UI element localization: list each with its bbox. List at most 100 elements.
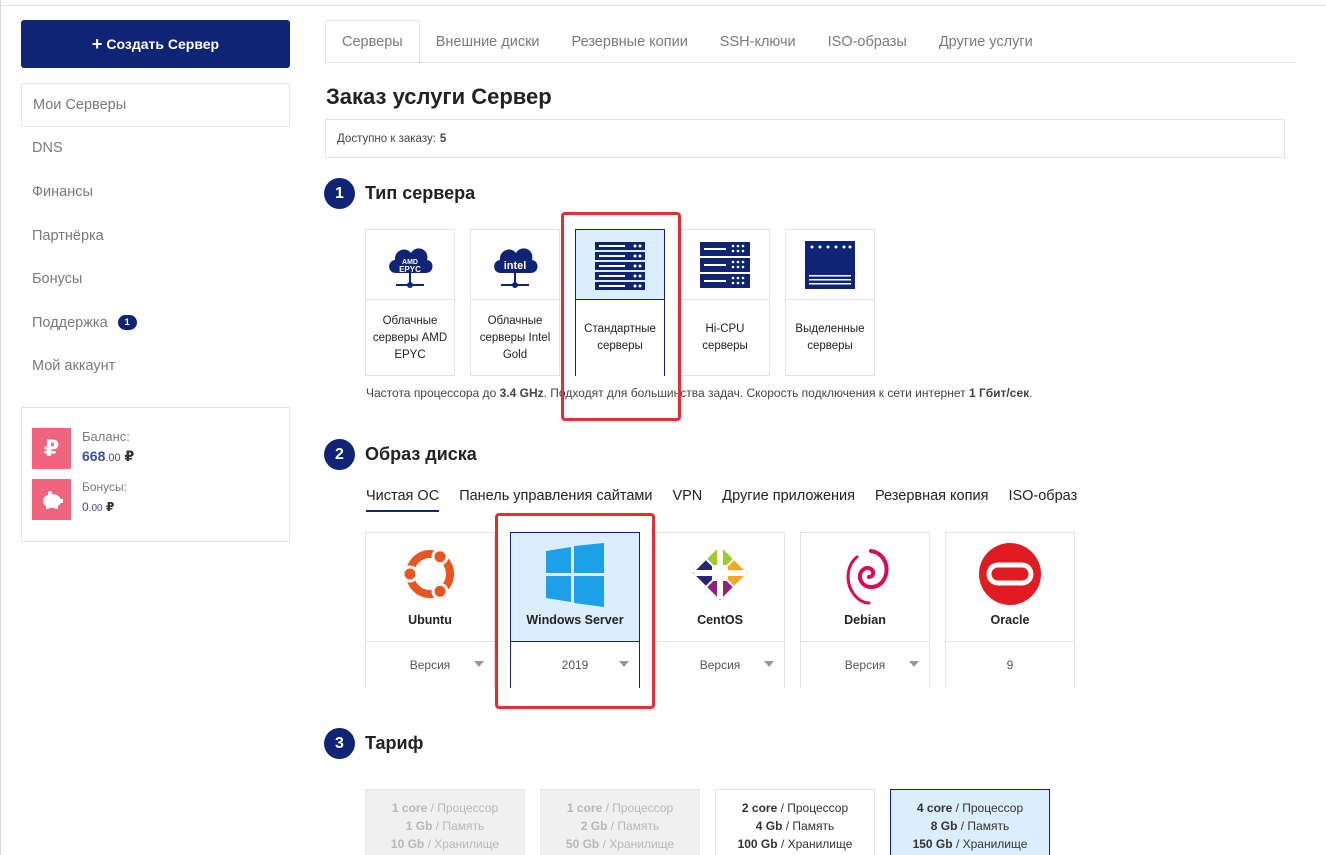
hicpu-server-icon [700,241,750,288]
server-type-intel-gold[interactable]: intel Облачные серверы Intel Gold [470,229,560,376]
step-number: 2 [324,439,355,470]
balance-panel: ₽ Баланс: 668.00 ₽ Бонусы: 0.00 ₽ [21,407,290,542]
step-number: 1 [324,178,355,209]
tab-ssh-keys[interactable]: SSH-ключи [704,20,812,63]
ruble-icon: ₽ [32,428,71,469]
section-tariff-header: 3 Тариф [324,728,423,759]
top-divider [0,5,1326,6]
server-type-dedicated[interactable]: Выделенные серверы [785,229,875,376]
create-server-label: Создать Сервер [106,36,220,52]
tab-other-services[interactable]: Другие услуги [923,20,1049,63]
server-type-hicpu[interactable]: Hi-CPU серверы [680,229,770,376]
sidebar-item-partner[interactable]: Партнёрка [21,214,290,258]
os-version-select[interactable]: 9 [946,642,1074,688]
tab-external-disks[interactable]: Внешние диски [420,20,556,63]
os-name: Ubuntu [408,613,452,627]
server-type-standard[interactable]: Стандартные серверы [575,229,665,376]
section-title: Тариф [365,733,424,753]
tariff-plan-1[interactable]: 1 core / Процессор 1 Gb / Память 10 Gb /… [365,789,525,855]
tariff-ram: 1 Gb / Память [405,819,485,833]
tariff-plan-3[interactable]: 2 core / Процессор 4 Gb / Память 100 Gb … [715,789,875,855]
left-divider [0,0,1,855]
sidebar-item-label: Бонусы [32,271,83,288]
server-type-label: Облачные серверы AMD EPYC [372,314,448,361]
os-card-oracle[interactable]: Oracle 9 [945,532,1075,688]
section-title: Образ диска [365,444,477,464]
section-server-type-header: 1 Тип сервера [324,178,475,209]
sidebar-item-label: DNS [32,140,63,157]
step-number: 3 [324,728,355,759]
sidebar-item-finance[interactable]: Финансы [21,170,290,214]
server-type-label: Стандартные серверы [576,300,664,376]
sidebar-item-my-servers[interactable]: Мои Серверы [21,83,290,127]
top-tabs: Серверы Внешние диски Резервные копии SS… [325,20,1296,64]
tab-control-panel[interactable]: Панель управления сайтами [459,488,652,512]
tab-vpn[interactable]: VPN [672,488,702,512]
tariff-ram: 4 Gb / Память [755,819,835,833]
os-version-select[interactable]: Версия [366,642,494,688]
os-card-windows[interactable]: Windows Server 2019 [510,532,640,688]
sidebar-item-label: Поддержка [32,314,108,331]
os-version-value: Версия [844,658,886,672]
tab-clean-os[interactable]: Чистая ОС [366,488,440,512]
sidebar-item-label: Финансы [32,183,93,200]
chevron-down-icon [764,661,774,667]
sidebar-item-bonuses[interactable]: Бонусы [21,257,290,301]
bonus-label: Бонусы: [82,480,127,494]
tariff-disk: 150 Gb / Хранилище [912,837,1028,851]
balance-value: 668.00 ₽ [82,448,135,464]
disk-image-tabs: Чистая ОС Панель управления сайтами VPN … [366,488,1097,512]
sidebar-item-dns[interactable]: DNS [21,127,290,171]
tab-other-apps[interactable]: Другие приложения [722,488,855,512]
server-rack-icon [595,241,645,290]
tariff-plan-4[interactable]: 4 core / Процессор 8 Gb / Память 150 Gb … [890,789,1050,855]
available-value: 5 [439,132,447,145]
chevron-down-icon [619,661,629,667]
bonus-row: Бонусы: 0.00 ₽ [32,479,127,521]
tab-backups[interactable]: Резервные копии [556,20,704,63]
available-info: Доступно к заказу: 5 [325,119,1285,158]
os-version-value: Версия [699,658,741,672]
tab-backup[interactable]: Резервная копия [875,488,988,512]
intel-cloud-icon: intel [494,247,538,288]
os-card-ubuntu[interactable]: Ubuntu Версия [365,532,495,688]
ubuntu-icon [401,548,454,600]
os-card-centos[interactable]: CentOS Версия [655,532,785,688]
tariff-disk: 50 Gb / Хранилище [565,837,675,851]
amd-epyc-cloud-icon: AMD EPYC [389,247,433,288]
server-type-label: Hi-CPU серверы [702,323,748,352]
os-name: CentOS [697,613,743,627]
tab-iso[interactable]: ISO-образ [1008,488,1077,512]
tariff-disk: 100 Gb / Хранилище [737,837,853,851]
bonus-value: 0.00 ₽ [82,500,115,514]
centos-icon [693,546,747,600]
svg-text:intel: intel [504,260,527,272]
os-name: Debian [844,613,886,627]
tariff-disk: 10 Gb / Хранилище [390,837,500,851]
balance-row: ₽ Баланс: 668.00 ₽ [32,428,134,469]
debian-icon [846,549,889,605]
os-version-select[interactable]: Версия [801,642,929,688]
server-type-label: Облачные серверы Intel Gold [479,314,551,361]
os-version-select[interactable]: Версия [656,642,784,688]
server-type-amd-epyc[interactable]: AMD EPYC Облачные серверы AMD EPYC [365,229,455,376]
os-card-debian[interactable]: Debian Версия [800,532,930,688]
tariff-ram: 2 Gb / Память [580,819,660,833]
sidebar-item-support[interactable]: Поддержка 1 [21,301,290,345]
available-label: Доступно к заказу: [337,132,436,145]
tariff-plan-2[interactable]: 1 core / Процессор 2 Gb / Память 50 Gb /… [540,789,700,855]
sidebar-item-label: Мои Серверы [33,96,127,113]
sidebar-item-account[interactable]: Мой аккаунт [21,345,290,389]
dedicated-server-icon [805,240,855,289]
tab-iso-images[interactable]: ISO-образы [812,20,923,63]
tab-servers[interactable]: Серверы [325,20,420,64]
tariff-ram: 8 Gb / Память [930,819,1010,833]
chevron-down-icon [909,661,919,667]
sidebar-menu: Мои Серверы DNS Финансы Партнёрка Бонусы… [21,83,290,388]
tariff-cpu: 4 core / Процессор [916,801,1024,815]
os-version-select[interactable]: 2019 [511,642,639,688]
tariff-cpu: 2 core / Процессор [741,801,849,815]
create-server-button[interactable]: + Создать Сервер [21,20,290,68]
support-badge: 1 [117,315,137,331]
os-version-value: Версия [409,658,451,672]
